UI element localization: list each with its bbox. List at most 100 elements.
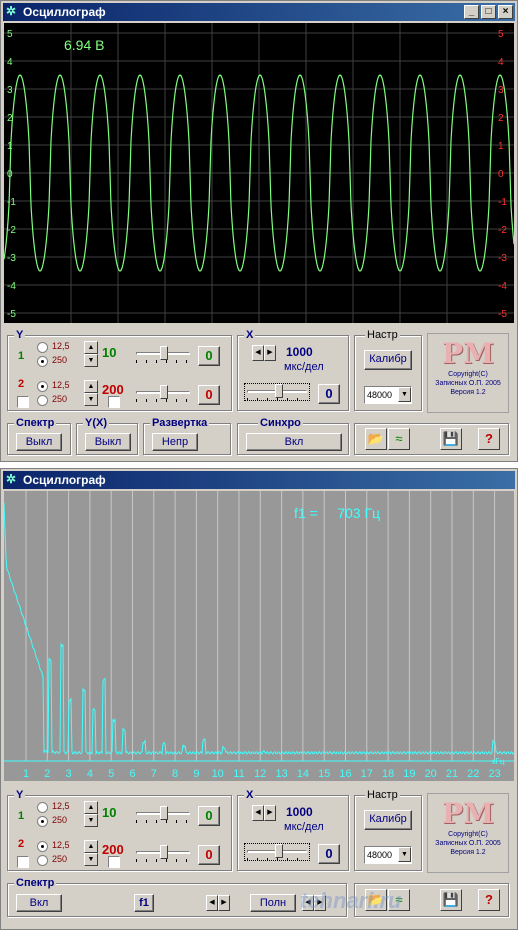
right-axis: 5 4 3 2 1 0 -1 -2 -3 -4 -5 bbox=[498, 29, 507, 320]
ch2-range-12-5-radio[interactable] bbox=[37, 381, 48, 392]
ch2-gain-value: 200 bbox=[102, 842, 124, 857]
x-group: X ◀ ▶ 1000 мкс/дел 0 bbox=[237, 329, 349, 411]
ch2-offset-slider[interactable] bbox=[134, 385, 192, 403]
x-group: X ◀ ▶ 1000 мкс/дел 0 bbox=[237, 789, 349, 871]
window-title: Осциллограф bbox=[23, 5, 106, 19]
waveform-plot: 5 4 3 2 1 0 -1 -2 -3 -4 -5 5 4 3 2 1 0 -1 -2 -3 -4 -5 bbox=[3, 23, 515, 323]
sample-rate-select[interactable]: 48000 ▼ bbox=[364, 846, 412, 864]
ch2-offset-value[interactable]: 0 bbox=[198, 845, 220, 865]
f1-marker-button[interactable]: f1 bbox=[134, 894, 154, 912]
oscilloscope-window-2: ✲ Осциллограф 1 2 3 4 5 6 7 8 9 10 11 12 13 14 15 16 17 1… bbox=[0, 468, 518, 930]
x-tick-label: 15 bbox=[318, 768, 330, 780]
x-tick-label: 16 bbox=[339, 768, 351, 780]
x-tick-label: 21 bbox=[446, 768, 458, 780]
y-tick-label: -2 bbox=[7, 225, 16, 236]
sweep-mode-button[interactable]: Непр bbox=[152, 433, 198, 451]
ch1-range-250-label: 250 bbox=[52, 815, 68, 825]
y-tick-label: 1 bbox=[498, 141, 504, 152]
calibrate-button[interactable]: Калибр bbox=[364, 350, 412, 370]
x-offset-value[interactable]: 0 bbox=[318, 844, 340, 864]
spectrum-off-button[interactable]: Выкл bbox=[16, 433, 62, 451]
ch1-offset-value[interactable]: 0 bbox=[198, 806, 220, 826]
sync-on-button[interactable]: Вкл bbox=[246, 433, 342, 451]
ch1-range-12-5-label: 12,5 bbox=[52, 801, 70, 811]
x-offset-slider[interactable] bbox=[244, 843, 310, 861]
ch1-offset-value[interactable]: 0 bbox=[198, 346, 220, 366]
y-tick-label: 4 bbox=[498, 57, 504, 68]
x-offset-value[interactable]: 0 bbox=[318, 384, 340, 404]
ch2-range-12-5-radio[interactable] bbox=[37, 841, 48, 852]
x-scale-arrows[interactable]: ◀ ▶ bbox=[252, 805, 276, 821]
x-tick-label: 6 bbox=[129, 768, 135, 780]
ch2-enable-checkbox[interactable] bbox=[17, 856, 29, 868]
x-scale-unit: мкс/дел bbox=[284, 361, 324, 373]
ch2-label: 2 bbox=[18, 838, 25, 850]
x-tick-label: 17 bbox=[361, 768, 373, 780]
x-tick-label: 7 bbox=[151, 768, 157, 780]
left-axis: 5 4 3 2 1 0 -1 -2 -3 -4 -5 bbox=[7, 29, 16, 320]
help-button[interactable]: ? bbox=[478, 889, 500, 911]
y-tick-label: 5 bbox=[498, 29, 504, 40]
title-bar: ✲ Осциллограф bbox=[3, 471, 515, 489]
ch1-range-250-radio[interactable] bbox=[37, 816, 48, 827]
ch2-enable-checkbox[interactable] bbox=[17, 396, 29, 408]
y-tick-label: 0 bbox=[7, 169, 13, 180]
help-button[interactable]: ? bbox=[478, 428, 500, 450]
full-view-button[interactable]: Полн bbox=[250, 894, 296, 912]
ch2-gain-spinner[interactable]: ▲ ▼ bbox=[84, 840, 98, 866]
ch2-offset-slider[interactable] bbox=[134, 845, 192, 863]
x-scale-value: 1000 bbox=[286, 805, 313, 819]
x-scale-arrows[interactable]: ◀ ▶ bbox=[252, 345, 276, 361]
x-tick-label: 2 bbox=[44, 768, 50, 780]
calibrate-button[interactable]: Калибр bbox=[364, 810, 412, 830]
spectrum-trace bbox=[3, 502, 515, 756]
y-tick-label: 5 bbox=[7, 29, 13, 40]
save-disk-icon[interactable]: 💾 bbox=[440, 889, 462, 911]
ch2-range-250-radio[interactable] bbox=[37, 395, 48, 406]
ch2-range-12-5-label: 12,5 bbox=[52, 380, 70, 390]
chevron-down-icon[interactable]: ▼ bbox=[398, 847, 411, 862]
ch2-invert-checkbox[interactable] bbox=[108, 396, 120, 408]
ch2-range-250-radio[interactable] bbox=[37, 855, 48, 866]
ch1-range-250-label: 250 bbox=[52, 355, 68, 365]
y-tick-label: -5 bbox=[498, 309, 507, 320]
spectrum-group: Спектр Выкл bbox=[7, 417, 71, 455]
ch1-offset-slider[interactable] bbox=[134, 346, 192, 364]
y-tick-label: 2 bbox=[498, 113, 504, 124]
copyright-line-2: Записных О.П. 2005 bbox=[435, 840, 501, 847]
y-tick-label: 2 bbox=[7, 113, 13, 124]
spectrum-on-button[interactable]: Вкл bbox=[16, 894, 62, 912]
ch2-gain-spinner[interactable]: ▲ ▼ bbox=[84, 380, 98, 406]
ch2-label: 2 bbox=[18, 378, 25, 390]
sample-rate-select[interactable]: 48000 ▼ bbox=[364, 386, 412, 404]
sync-group: Синхро Вкл bbox=[237, 417, 349, 455]
ch2-offset-value[interactable]: 0 bbox=[198, 385, 220, 405]
settings-group: Настр Калибр 48000 ▼ bbox=[354, 329, 422, 411]
x-scale-unit: мкс/дел bbox=[284, 821, 324, 833]
ch1-range-250-radio[interactable] bbox=[37, 356, 48, 367]
ch2-invert-checkbox[interactable] bbox=[108, 856, 120, 868]
ch1-range-12-5-radio[interactable] bbox=[37, 802, 48, 813]
ch1-gain-spinner[interactable]: ▲ ▼ bbox=[84, 801, 98, 827]
chevron-down-icon[interactable]: ▼ bbox=[398, 387, 411, 402]
wave-icon[interactable]: ≈ bbox=[388, 428, 410, 450]
minimize-button[interactable]: _ bbox=[464, 5, 479, 19]
ch1-range-12-5-radio[interactable] bbox=[37, 342, 48, 353]
yx-off-button[interactable]: Выкл bbox=[85, 433, 131, 451]
y-tick-label: 0 bbox=[498, 169, 504, 180]
y-tick-label: -3 bbox=[7, 253, 16, 264]
x-tick-label: 14 bbox=[297, 768, 309, 780]
maximize-button[interactable]: □ bbox=[481, 5, 496, 19]
ch1-offset-slider[interactable] bbox=[134, 806, 192, 824]
oscilloscope-window-1: ✲ Осциллограф _ □ × 5 4 3 2 1 0 -1 -2 -3 -4 -5 543… bbox=[0, 0, 518, 462]
ch1-gain-spinner[interactable]: ▲ ▼ bbox=[84, 341, 98, 367]
marker-arrows[interactable]: ◀ ▶ bbox=[206, 895, 230, 911]
close-button[interactable]: × bbox=[498, 5, 513, 19]
save-disk-icon[interactable]: 💾 bbox=[440, 428, 462, 450]
spectrum-screen: 1 2 3 4 5 6 7 8 9 10 11 12 13 14 15 16 17 18 19 20 21 22 23 f1… bbox=[3, 491, 515, 781]
y-tick-label: -3 bbox=[498, 253, 507, 264]
settings-group-label: Настр bbox=[365, 789, 400, 801]
ch2-range-250-label: 250 bbox=[52, 854, 68, 864]
x-offset-slider[interactable] bbox=[244, 383, 310, 401]
open-folder-icon[interactable]: 📂 bbox=[365, 428, 387, 450]
